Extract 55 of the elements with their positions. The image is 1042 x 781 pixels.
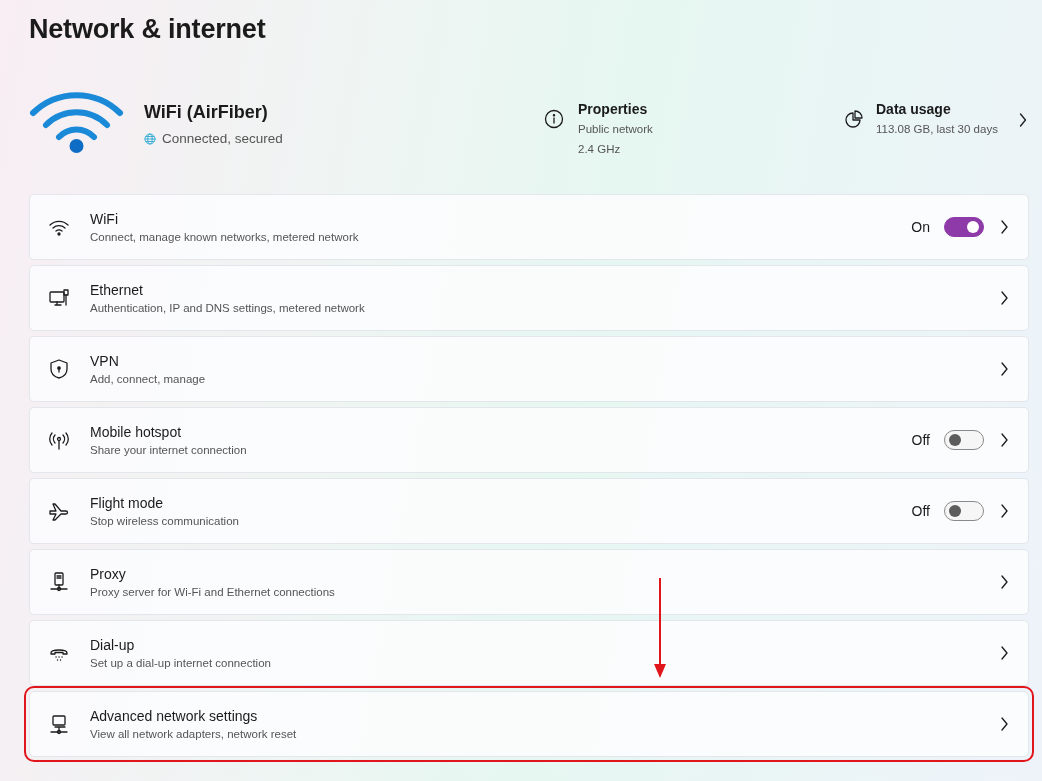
settings-row[interactable]: Dial-up Set up a dial-up internet connection <box>29 620 1029 686</box>
chevron-icon <box>1000 504 1008 518</box>
shield-icon <box>48 358 70 380</box>
data-usage-link[interactable]: Data usage 113.08 GB, last 30 days <box>844 79 1028 137</box>
settings-row[interactable]: Proxy Proxy server for Wi-Fi and Ethernet connections <box>29 549 1029 615</box>
row-title: Mobile hotspot <box>90 424 183 440</box>
row-title: Proxy <box>90 566 127 582</box>
properties-title: Properties <box>578 101 649 117</box>
chevron-icon <box>1000 433 1008 447</box>
airplane-icon <box>48 500 70 522</box>
data-usage-title: Data usage <box>876 101 952 117</box>
chevron-icon <box>1000 362 1008 376</box>
row-subtitle: Stop wireless communication <box>90 515 240 527</box>
properties-detail: 2.4 GHz <box>578 142 622 157</box>
row-subtitle: Set up a dial-up internet connection <box>90 657 272 669</box>
row-subtitle: Proxy server for Wi-Fi and Ethernet connections <box>90 586 336 598</box>
settings-row[interactable]: Ethernet Authentication, IP and DNS settings, metered network <box>29 265 1029 331</box>
toggle-state-label: Off <box>911 432 930 448</box>
info-icon <box>544 109 564 129</box>
row-title: Flight mode <box>90 495 165 511</box>
row-title: Dial-up <box>90 637 136 653</box>
data-usage-detail: 113.08 GB, last 30 days <box>876 122 998 137</box>
globe-icon <box>144 132 156 145</box>
chevron-icon <box>1000 717 1008 731</box>
row-subtitle: Connect, manage known networks, metered network <box>90 231 360 243</box>
row-subtitle: Share your internet connection <box>90 444 248 456</box>
connection-status: Connected, secured <box>162 131 283 146</box>
row-subtitle: View all network adapters, network reset <box>90 728 298 740</box>
pie-chart-icon <box>844 109 864 129</box>
settings-row[interactable]: Mobile hotspot Share your internet connection Off <box>29 407 1029 473</box>
row-title: WiFi <box>90 211 119 227</box>
monitor-icon <box>48 287 70 309</box>
row-subtitle: Authentication, IP and DNS settings, metered network <box>90 302 366 314</box>
chevron-icon <box>1000 220 1008 234</box>
computer-network-icon <box>48 713 70 735</box>
toggle-state-label: Off <box>911 503 930 519</box>
settings-row[interactable]: Flight mode Stop wireless communication Off <box>29 478 1029 544</box>
chevron-icon <box>1000 291 1008 305</box>
chevron-icon <box>1000 646 1008 660</box>
row-title: VPN <box>90 353 120 369</box>
toggle-switch[interactable] <box>944 501 984 521</box>
server-icon <box>48 571 70 593</box>
toggle-switch[interactable] <box>944 430 984 450</box>
chevron-icon <box>1000 575 1008 589</box>
settings-row[interactable]: VPN Add, connect, manage <box>29 336 1029 402</box>
page-title: Network & internet <box>29 14 267 45</box>
toggle-switch[interactable] <box>944 217 984 237</box>
settings-row[interactable]: WiFi Connect, manage known networks, metered network On <box>29 194 1029 260</box>
properties-detail: Public network <box>578 122 653 137</box>
toggle-state-label: On <box>911 219 930 235</box>
row-title: Advanced network settings <box>90 708 259 724</box>
network-name: WiFi (AirFiber) <box>144 102 269 123</box>
row-subtitle: Add, connect, manage <box>90 373 207 385</box>
chevron-icon <box>1017 113 1028 127</box>
row-title: Ethernet <box>90 282 144 298</box>
